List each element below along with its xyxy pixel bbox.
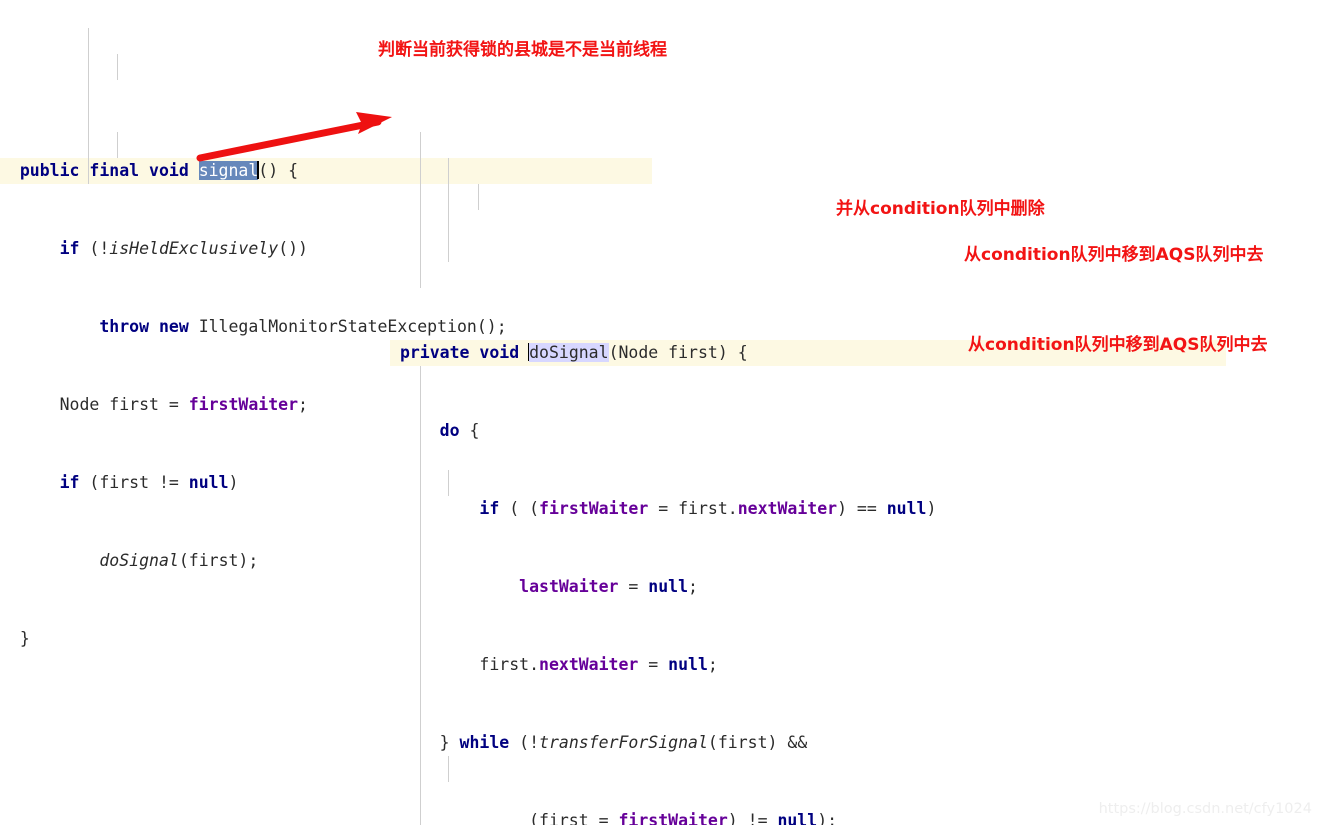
annotation-move-to-aqs-queue-2: 从condition队列中移到AQS队列中去: [968, 335, 1268, 355]
annotation-remove-from-condition-queue: 并从condition队列中删除: [836, 199, 1045, 219]
code-line[interactable]: do {: [390, 418, 1290, 444]
code-line[interactable]: } while (!transferForSignal(first) &&: [390, 730, 1290, 756]
indent-guide: [448, 756, 449, 782]
red-pointer-arrow: [196, 112, 392, 162]
code-line[interactable]: lastWaiter = null;: [390, 574, 1290, 600]
site-watermark: https://blog.csdn.net/cfy1024: [1098, 801, 1312, 817]
annotation-is-current-thread: 判断当前获得锁的县城是不是当前线程: [378, 40, 667, 60]
indent-guide: [117, 132, 118, 158]
indent-guide: [478, 184, 479, 210]
annotation-move-to-aqs-queue-1: 从condition队列中移到AQS队列中去: [964, 245, 1264, 265]
indent-guide: [117, 54, 118, 80]
code-screenshot-root: public final void signal() { if (!isHeld…: [0, 0, 1324, 825]
code-line[interactable]: if ( (firstWaiter = first.nextWaiter) ==…: [390, 496, 1290, 522]
indent-guide: [448, 158, 449, 262]
selected-token-dosignal[interactable]: doSignal: [529, 343, 609, 362]
code-line[interactable]: first.nextWaiter = null;: [390, 652, 1290, 678]
indent-guide: [448, 470, 449, 496]
